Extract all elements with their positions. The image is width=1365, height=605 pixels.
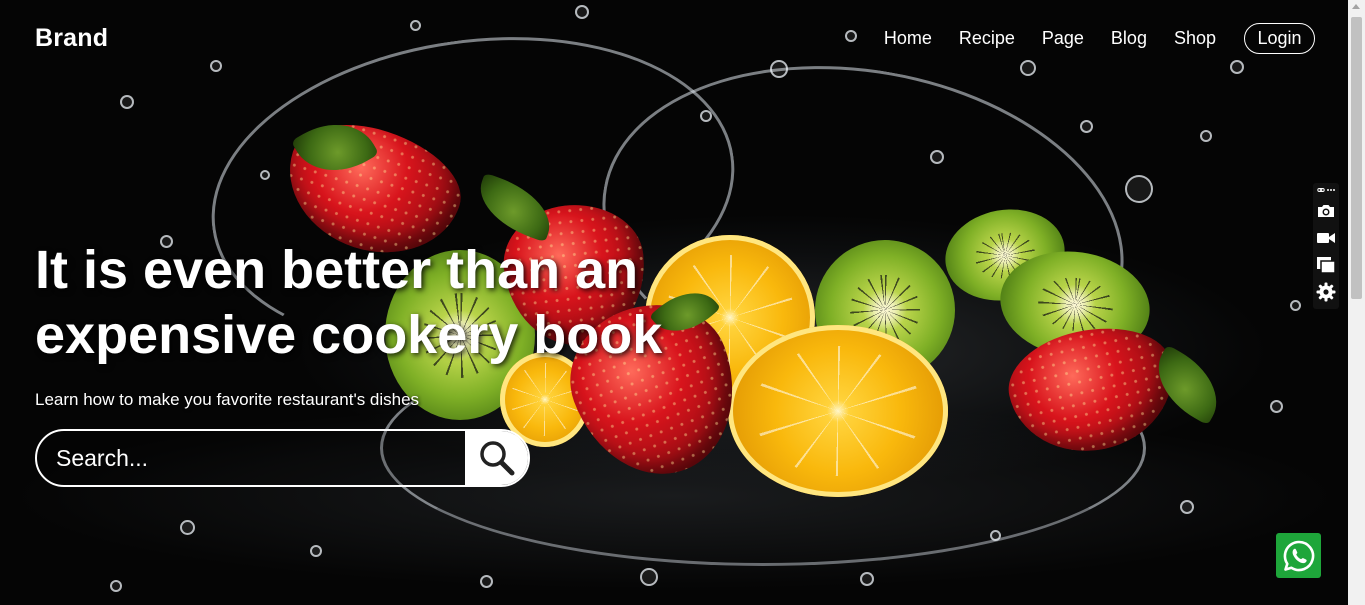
gear-icon [1316,282,1336,301]
scroll-thumb[interactable] [1351,17,1362,299]
nav-link-blog[interactable]: Blog [1111,28,1147,49]
nav-links: Home Recipe Page Blog Shop [884,28,1216,49]
nav-link-recipe[interactable]: Recipe [959,28,1015,49]
screenshot-button[interactable] [1313,197,1339,224]
nav-link-page[interactable]: Page [1042,28,1084,49]
hero-title: It is even better than an expensive cook… [35,238,735,368]
record-video-button[interactable] [1313,224,1339,251]
brand-logo[interactable]: Brand [35,24,108,53]
floating-toolbar [1313,183,1339,309]
video-camera-icon [1317,232,1335,243]
whatsapp-icon [1283,540,1314,571]
search-icon [479,441,514,476]
scroll-up-arrow[interactable] [1352,4,1360,9]
navbar: Brand Home Recipe Page Blog Shop Login [0,0,1348,80]
page-scrollbar[interactable] [1348,0,1365,605]
nav-link-shop[interactable]: Shop [1174,28,1216,49]
search-bar [35,429,530,487]
login-button[interactable]: Login [1244,23,1315,54]
more-icon[interactable] [1326,186,1336,194]
search-button[interactable] [465,431,528,485]
hero-title-line-1: It is even better than an [35,240,639,300]
hero-title-line-2: expensive cookery book [35,305,663,365]
toolbar-header [1313,183,1339,197]
nav-link-home[interactable]: Home [884,28,932,49]
whatsapp-button[interactable] [1276,533,1321,578]
settings-button[interactable] [1313,278,1339,305]
copy-window-icon [1317,256,1336,274]
hero-subtitle: Learn how to make you favorite restauran… [35,390,420,409]
page: Brand Home Recipe Page Blog Shop Login I… [0,0,1365,605]
link-icon[interactable] [1316,186,1325,194]
window-capture-button[interactable] [1313,251,1339,278]
camera-icon [1318,204,1334,217]
search-input[interactable] [37,431,465,485]
